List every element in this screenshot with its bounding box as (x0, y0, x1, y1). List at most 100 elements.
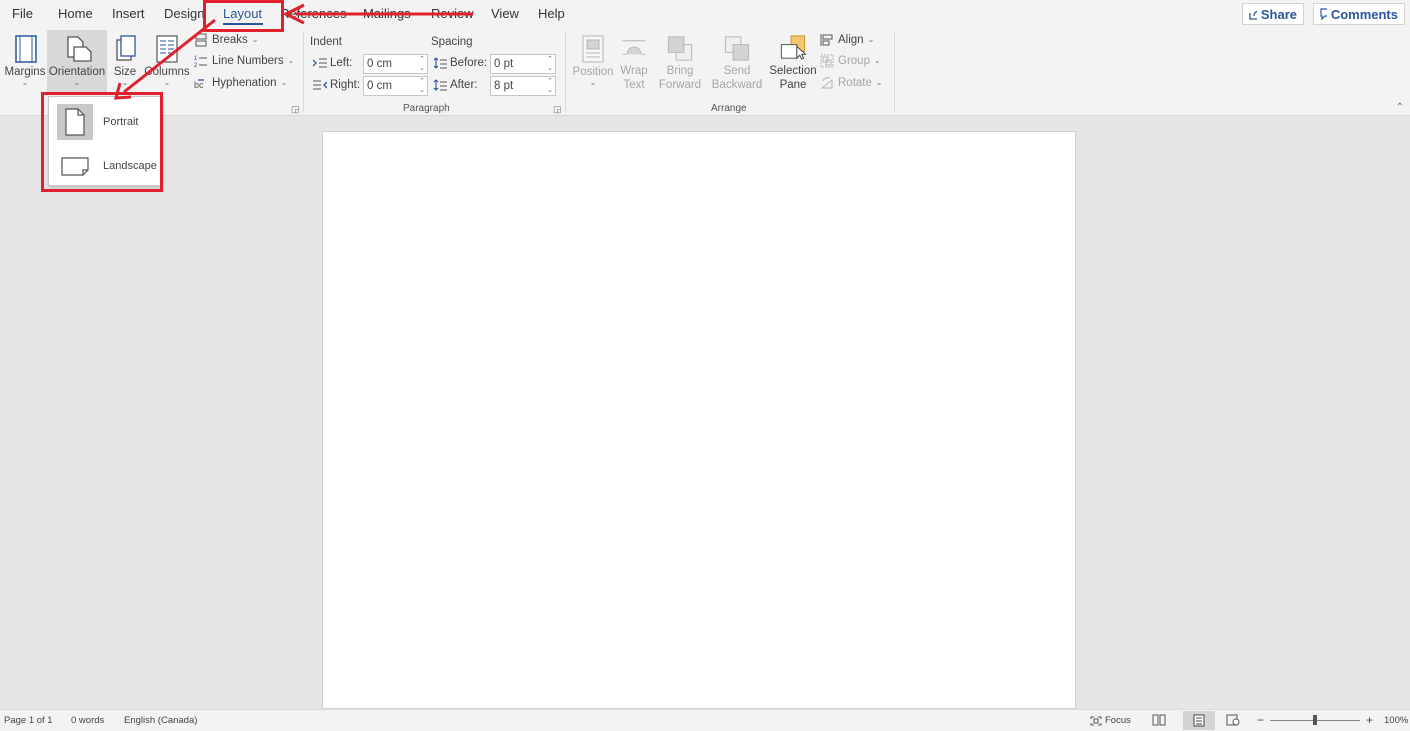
line-numbers-button[interactable]: 12 Line Numbers ⌄ (194, 54, 294, 68)
spin-arrows-icon[interactable]: ⌃ ⌄ (547, 77, 553, 95)
web-layout-icon[interactable] (1226, 714, 1240, 726)
share-label: Share (1260, 6, 1297, 22)
align-icon (820, 34, 833, 46)
bring-forward-icon (667, 36, 693, 61)
hyphenation-label: Hyphenation (212, 77, 277, 89)
tab-file[interactable]: File (12, 6, 33, 21)
status-bar: Page 1 of 1 0 words English (Canada) Foc… (0, 709, 1410, 731)
active-tab-indicator (223, 23, 263, 25)
word-count[interactable]: 0 words (71, 715, 104, 726)
tab-view[interactable]: View (491, 6, 519, 21)
chevron-down-icon: ⌄ (251, 35, 259, 44)
spacing-after-text: After: (450, 79, 478, 91)
spacing-header: Spacing (431, 36, 473, 48)
breaks-label: Breaks (212, 34, 248, 46)
comment-icon (1320, 8, 1327, 20)
group-icon (820, 54, 834, 68)
read-mode-icon[interactable] (1152, 714, 1166, 726)
tab-home[interactable]: Home (58, 6, 93, 21)
zoom-level[interactable]: 100% (1384, 715, 1408, 726)
position-button[interactable]: Position ⌄ (571, 30, 615, 92)
share-icon (1249, 10, 1257, 20)
position-icon (582, 35, 604, 63)
bring-forward-button[interactable]: Bring Forward (654, 30, 706, 92)
rotate-icon (820, 77, 833, 89)
rotate-button[interactable]: Rotate ⌄ (820, 76, 883, 90)
orientation-portrait-option[interactable]: Portrait (57, 103, 157, 141)
tab-help[interactable]: Help (538, 6, 565, 21)
line-numbers-icon: 12 (194, 56, 207, 68)
svg-text:bc: bc (194, 80, 204, 90)
indent-left-text: Left: (330, 57, 353, 69)
ribbon-divider (565, 32, 566, 112)
send-backward-label-2: Backward (711, 79, 763, 91)
spacing-before-label: Before: (433, 57, 487, 69)
chevron-down-icon: ⌄ (287, 56, 295, 65)
breaks-button[interactable]: Breaks ⌄ (194, 33, 259, 47)
send-backward-button[interactable]: Send Backward (708, 30, 766, 92)
tab-insert[interactable]: Insert (112, 6, 145, 21)
spin-arrows-icon[interactable]: ⌃ ⌄ (547, 55, 553, 73)
chevron-down-icon: ⌄ (121, 78, 129, 87)
indent-header: Indent (310, 36, 342, 48)
columns-button[interactable]: Columns ⌄ (144, 30, 190, 92)
hyphenation-icon: bc (194, 79, 204, 90)
spacing-before-value: 0 pt (494, 58, 514, 70)
print-layout-button[interactable] (1183, 711, 1215, 730)
comments-button[interactable]: Comments (1313, 3, 1405, 25)
focus-button[interactable]: Focus (1090, 715, 1131, 726)
size-button[interactable]: Size ⌄ (108, 30, 142, 92)
indent-left-value: 0 cm (367, 58, 392, 70)
ribbon-divider (894, 32, 895, 112)
orientation-landscape-option[interactable]: Landscape (57, 147, 157, 185)
group-button[interactable]: Group ⌄ (820, 54, 881, 68)
indent-right-value: 0 cm (367, 80, 392, 92)
tab-review[interactable]: Review (431, 6, 474, 21)
spacing-after-icon (433, 79, 447, 91)
chevron-down-icon: ⌄ (21, 78, 29, 87)
align-label: Align (838, 34, 864, 46)
hyphenation-button[interactable]: bc Hyphenation ⌄ (194, 76, 287, 90)
orientation-icon (67, 36, 92, 62)
margins-button[interactable]: Margins ⌄ (4, 30, 46, 92)
chevron-down-icon: ⌄ (73, 78, 81, 87)
selection-pane-label-2: Pane (779, 79, 807, 91)
selection-pane-button[interactable]: Selection Pane (767, 30, 819, 92)
zoom-out-icon[interactable]: − (1257, 713, 1264, 727)
document-page[interactable] (322, 131, 1076, 709)
spin-arrows-icon[interactable]: ⌃ ⌄ (419, 77, 425, 95)
size-icon (116, 35, 136, 61)
orientation-button[interactable]: Orientation ⌄ (47, 30, 107, 92)
chevron-down-icon: ⌄ (875, 78, 883, 87)
paragraph-launcher-icon[interactable]: ◲ (553, 104, 562, 115)
wrap-text-label-2: Text (623, 79, 645, 91)
indent-right-icon (313, 80, 327, 90)
spin-arrows-icon[interactable]: ⌃ ⌄ (419, 55, 425, 73)
ribbon: Margins ⌄ Orientation ⌄ Size ⌄ Columns ⌄… (0, 28, 1410, 116)
menu-bar: File Home Insert Design Layout Reference… (0, 0, 1410, 28)
zoom-slider-thumb[interactable] (1313, 715, 1317, 725)
tab-mailings[interactable]: Mailings (363, 6, 411, 21)
comments-label: Comments (1330, 6, 1398, 22)
position-label: Position (572, 66, 614, 78)
language-indicator[interactable]: English (Canada) (124, 715, 197, 726)
page-setup-launcher-icon[interactable]: ◲ (291, 104, 300, 115)
share-button[interactable]: Share (1242, 3, 1304, 25)
wrap-text-button[interactable]: Wrap Text (615, 30, 653, 92)
paragraph-group-label: Paragraph (403, 103, 450, 114)
page-count[interactable]: Page 1 of 1 (4, 715, 53, 726)
tab-references[interactable]: References (280, 6, 346, 21)
zoom-in-icon[interactable]: + (1366, 713, 1373, 727)
tab-layout[interactable]: Layout (223, 6, 262, 21)
indent-left-label: Left: (313, 57, 352, 69)
spacing-before-input[interactable]: 0 pt ⌃ ⌄ (490, 54, 556, 74)
collapse-ribbon-icon[interactable]: ⌃ (1396, 102, 1404, 113)
bring-forward-label-1: Bring (666, 65, 694, 77)
tab-design[interactable]: Design (164, 6, 204, 21)
spacing-after-input[interactable]: 8 pt ⌃ ⌄ (490, 76, 556, 96)
align-button[interactable]: Align ⌄ (820, 33, 874, 47)
orientation-label: Orientation (48, 66, 106, 78)
indent-left-input[interactable]: 0 cm ⌃ ⌄ (363, 54, 428, 74)
indent-right-input[interactable]: 0 cm ⌃ ⌄ (363, 76, 428, 96)
selection-pane-icon (780, 35, 807, 60)
